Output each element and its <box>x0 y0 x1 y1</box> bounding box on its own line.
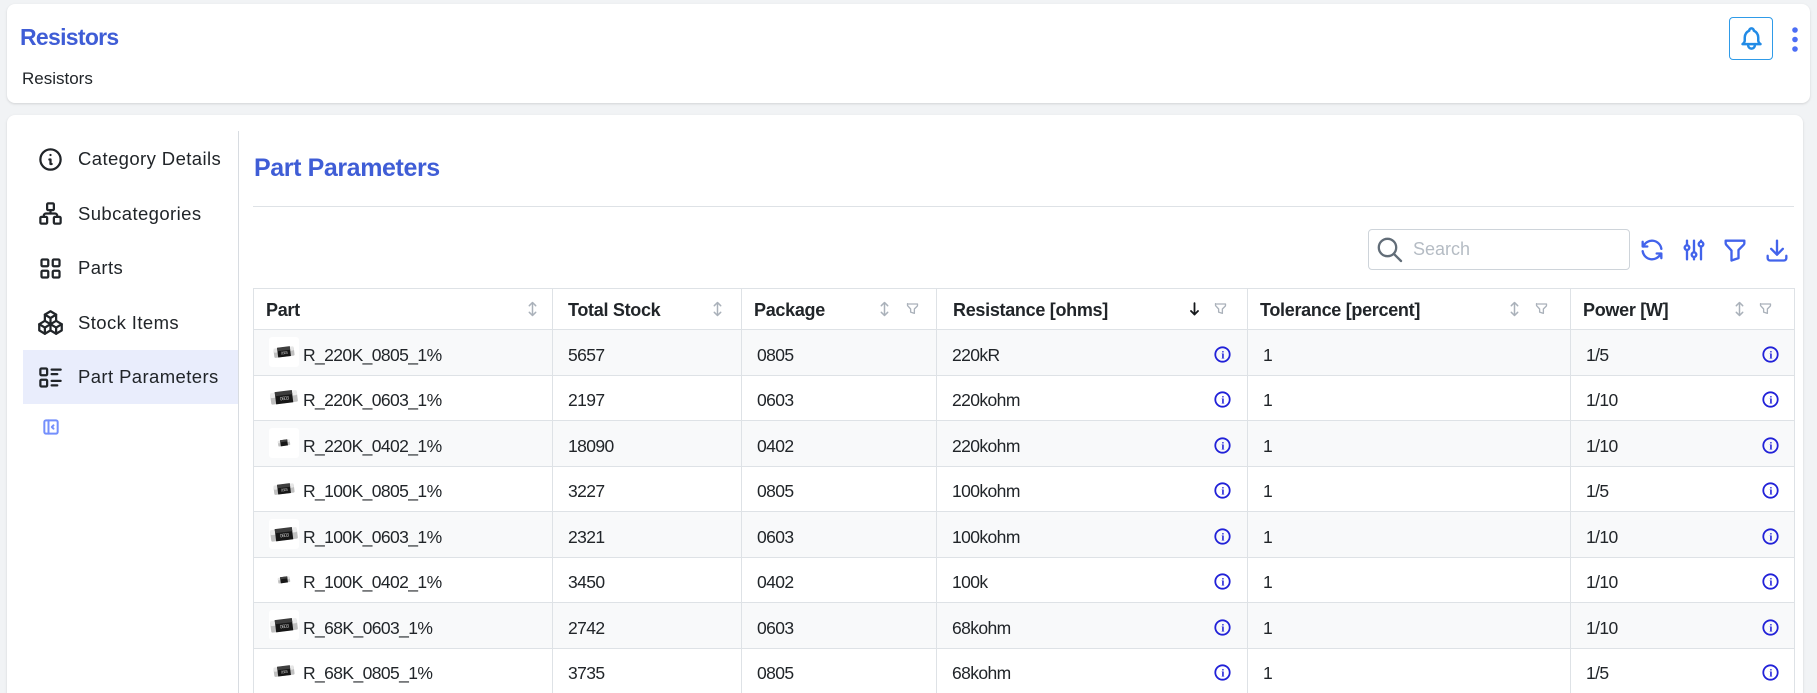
svg-text:0603: 0603 <box>279 396 289 403</box>
svg-text:i: i <box>1221 531 1224 543</box>
svg-text:i: i <box>1769 531 1772 543</box>
svg-text:i: i <box>1221 486 1224 498</box>
svg-text:i: i <box>1221 395 1224 407</box>
svg-text:i: i <box>1769 440 1772 452</box>
svg-text:i: i <box>1769 486 1772 498</box>
svg-text:i: i <box>1221 577 1224 589</box>
svg-text:i: i <box>1221 440 1224 452</box>
svg-text:i: i <box>1769 349 1772 361</box>
svg-text:i: i <box>1769 622 1772 634</box>
svg-text:i: i <box>1221 668 1224 680</box>
svg-text:0603: 0603 <box>279 532 289 539</box>
svg-text:i: i <box>1769 577 1772 589</box>
svg-text:i: i <box>1769 668 1772 680</box>
svg-text:i: i <box>1221 622 1224 634</box>
svg-text:0603: 0603 <box>279 623 289 630</box>
svg-text:i: i <box>1221 349 1224 361</box>
svg-text:i: i <box>1769 395 1772 407</box>
